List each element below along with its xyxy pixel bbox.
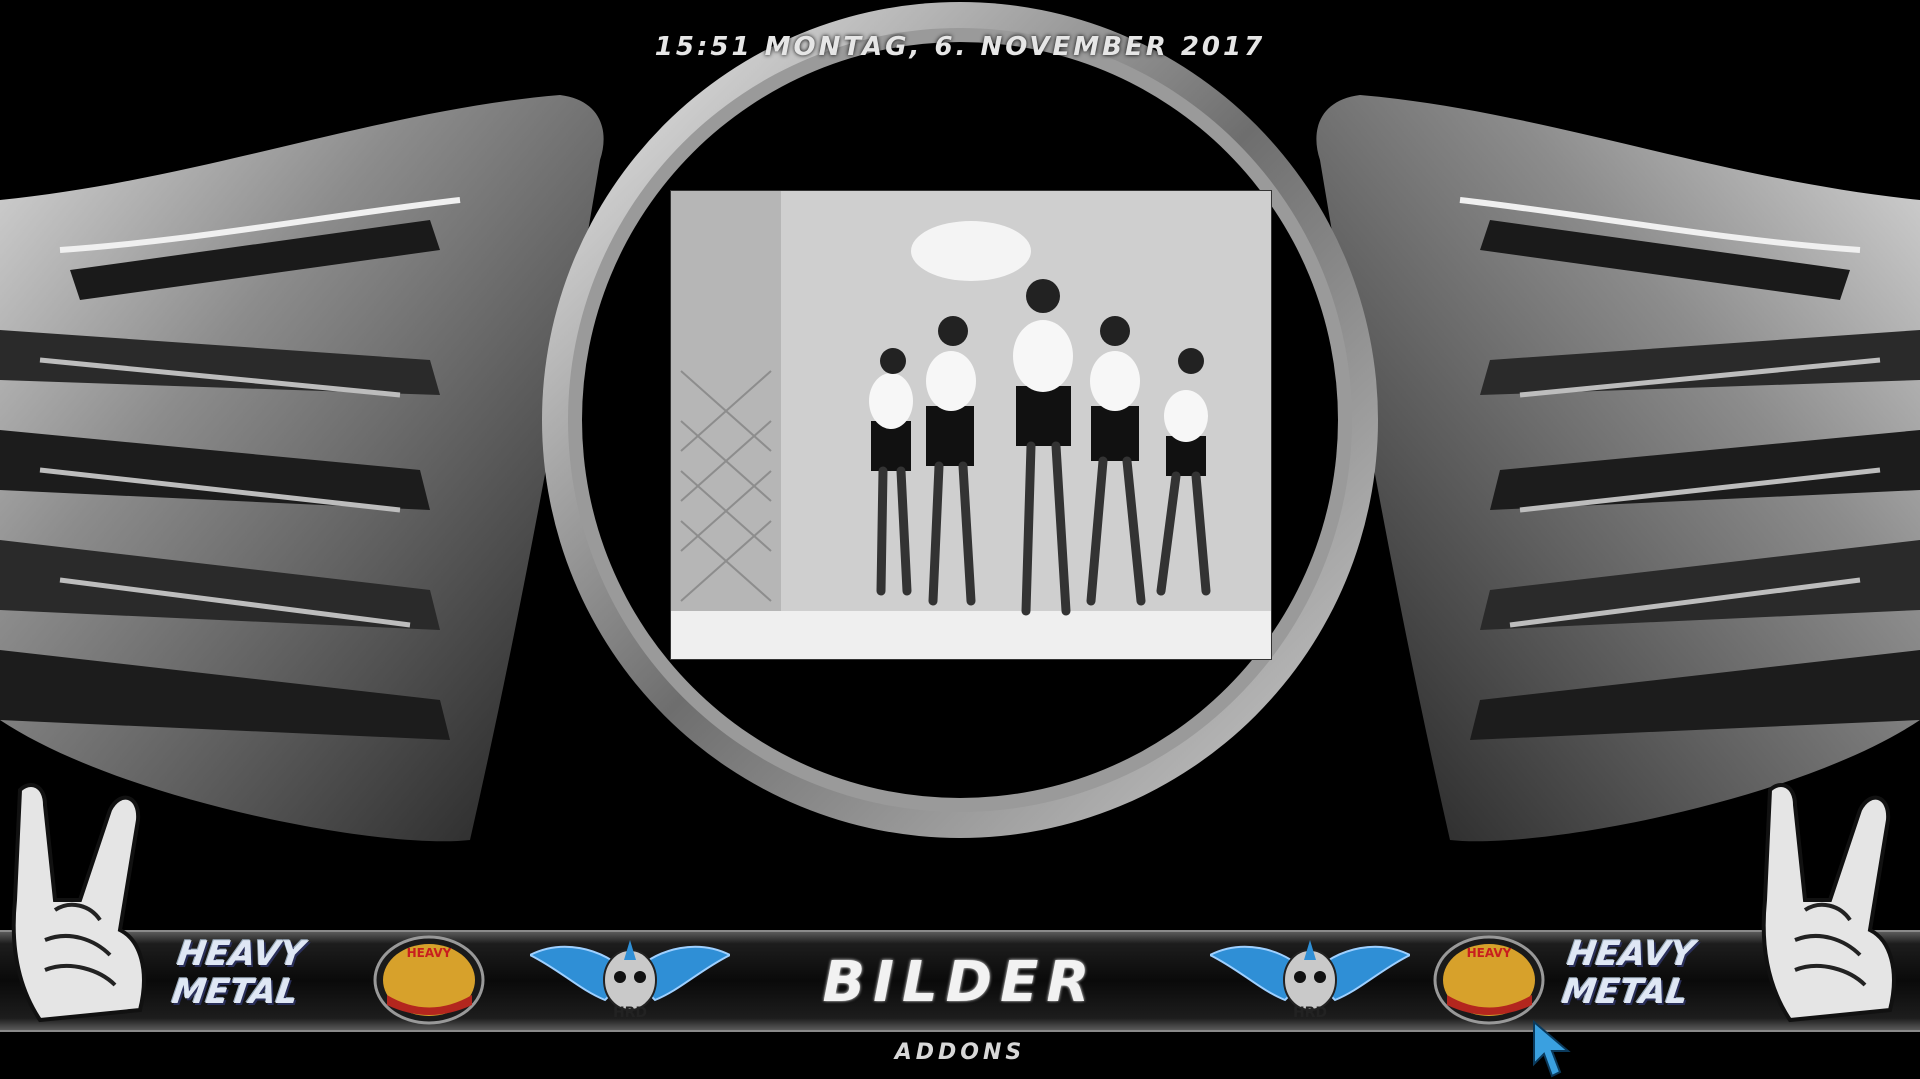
submenu-item-addons[interactable]: ADDONS [760, 1040, 1160, 1065]
heavy-badge-right: HEAVY [1433, 935, 1545, 1025]
dancers-image [671, 191, 1271, 659]
menu-item-bilder[interactable]: BILDER [720, 950, 1200, 1015]
heavy-metal-logo-right: HEAVY METAL [1559, 934, 1698, 1012]
skull-wings-icon: HRD [1210, 940, 1410, 1021]
picture-preview [670, 190, 1272, 660]
badge-text: HEAVY [1467, 946, 1512, 960]
right-wing [1316, 95, 1920, 842]
logo-line: HEAVY [174, 934, 308, 974]
mouse-cursor-icon [1533, 1020, 1571, 1078]
skull-text: HRD [613, 1005, 647, 1021]
left-wing [0, 95, 604, 842]
rock-hand-icon [11, 783, 146, 1023]
logo-line: METAL [169, 972, 301, 1012]
heavy-badge-left: HEAVY [373, 935, 485, 1025]
skull-wings-icon: HRD [530, 940, 730, 1021]
heavy-metal-logo-left: HEAVY METAL [169, 934, 308, 1012]
badge-text: HEAVY [407, 946, 452, 960]
clock-date: 15:51 MONTAG, 6. NOVEMBER 2017 [654, 32, 1266, 62]
logo-line: HEAVY [1564, 934, 1698, 974]
logo-line: METAL [1559, 972, 1691, 1012]
rock-hand-icon [1761, 783, 1896, 1023]
skull-text: HRD [1293, 1005, 1327, 1021]
